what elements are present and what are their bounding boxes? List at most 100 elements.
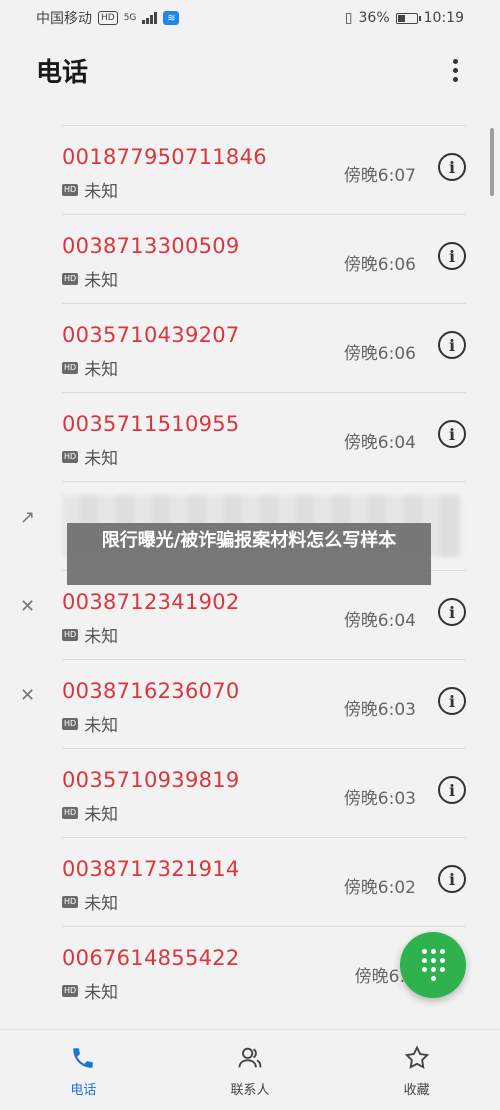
divider [62, 214, 466, 215]
info-icon[interactable]: i [438, 776, 466, 804]
call-time: 傍晚6:02 [343, 878, 416, 898]
more-options-icon[interactable] [447, 55, 464, 86]
missed-call-icon: ✕ [20, 596, 36, 617]
call-row[interactable]: 0035710439207 HD 未知 傍晚6:06 i [0, 303, 500, 392]
divider [62, 659, 466, 660]
hd-call-icon: HD [62, 806, 79, 819]
page-title: 电话 [36, 58, 89, 88]
call-number: 0035710439207 [62, 323, 240, 347]
tab-calls-label: 电话 [70, 1082, 97, 1098]
call-meta: HD 未知 [62, 622, 118, 647]
status-bar: 中国移动 HD 5G ≋ ▯ 36% 10:19 [0, 0, 500, 36]
divider [62, 303, 466, 304]
hd-call-icon: HD [62, 984, 79, 997]
call-time: 傍晚6:06 [343, 255, 416, 275]
divider [62, 481, 466, 482]
call-label: 未知 [84, 182, 119, 202]
tab-calls[interactable]: 电话 [23, 1043, 143, 1098]
outgoing-call-icon: ↗ [20, 507, 36, 528]
status-right: ▯ 36% 10:19 [345, 10, 464, 26]
hd-call-icon: HD [62, 183, 79, 196]
call-meta: HD 未知 [62, 889, 118, 914]
hd-call-icon: HD [62, 272, 79, 285]
info-icon[interactable]: i [438, 687, 466, 715]
call-meta: HD 未知 [62, 711, 118, 736]
overlay-banner: 限行曝光/被诈骗报案材料怎么写样本 [67, 523, 431, 585]
clock: 10:19 [423, 10, 464, 26]
network-type: 5G [123, 13, 137, 23]
call-meta: HD 未知 [62, 978, 118, 1003]
divider [62, 837, 466, 838]
missed-call-icon: ✕ [20, 685, 36, 706]
call-row[interactable]: ✕ 0038716236070 HD 未知 傍晚6:03 i [0, 659, 500, 748]
divider [62, 392, 466, 393]
vibrate-icon: ▯ [344, 10, 353, 26]
info-icon[interactable]: i [438, 242, 466, 270]
call-meta: HD 未知 [62, 444, 118, 469]
call-number: 0067614855422 [62, 946, 240, 970]
tab-contacts[interactable]: 联系人 [190, 1043, 310, 1098]
dialpad-button[interactable] [400, 932, 466, 998]
divider [62, 125, 466, 126]
call-number: 0035711510955 [62, 412, 240, 436]
wifi-icon: ≋ [163, 11, 180, 25]
call-row[interactable]: 0038713300509 HD 未知 傍晚6:06 i [0, 214, 500, 303]
tab-contacts-label: 联系人 [230, 1082, 270, 1098]
call-number: 0038716236070 [62, 679, 240, 703]
call-row[interactable]: 0038717321914 HD 未知 傍晚6:02 i [0, 837, 500, 926]
call-number: 0035710939819 [62, 768, 240, 792]
call-meta: HD 未知 [62, 355, 118, 380]
call-time: 傍晚6:07 [343, 166, 416, 186]
call-row[interactable]: 001877950711846 HD 未知 傍晚6:07 i [0, 125, 500, 214]
hd-call-icon: HD [62, 450, 79, 463]
call-row[interactable]: 0035711510955 HD 未知 傍晚6:04 i [0, 392, 500, 481]
info-icon[interactable]: i [438, 865, 466, 893]
call-label: 未知 [84, 271, 119, 291]
info-icon[interactable]: i [438, 598, 466, 626]
call-label: 未知 [84, 360, 119, 380]
call-meta: HD 未知 [62, 266, 118, 291]
info-icon[interactable]: i [438, 420, 466, 448]
battery-fill [397, 14, 405, 22]
contacts-icon [235, 1043, 265, 1073]
call-label: 未知 [84, 983, 119, 1003]
call-label: 未知 [84, 627, 119, 647]
info-icon[interactable]: i [438, 153, 466, 181]
call-meta: HD 未知 [62, 177, 118, 202]
scrollbar[interactable] [490, 128, 494, 196]
hd-call-icon: HD [62, 895, 79, 908]
tab-favorites-label: 收藏 [403, 1082, 430, 1098]
phone-icon [68, 1043, 98, 1073]
call-meta: HD 未知 [62, 800, 118, 825]
call-number: 0038717321914 [62, 857, 240, 881]
header: 电话 [36, 52, 464, 89]
call-number: 0038712341902 [62, 590, 240, 614]
call-label: 未知 [84, 894, 119, 914]
call-row[interactable]: 0035710939819 HD 未知 傍晚6:03 i [0, 748, 500, 837]
call-label: 未知 [84, 449, 119, 469]
call-time: 傍晚6:04 [343, 611, 416, 631]
call-label: 未知 [84, 805, 119, 825]
signal-icon [142, 12, 158, 24]
call-number: 001877950711846 [62, 145, 267, 169]
status-left: 中国移动 HD 5G ≋ [36, 8, 180, 28]
tab-favorites[interactable]: 收藏 [357, 1043, 477, 1098]
call-time: 傍晚6:03 [343, 789, 416, 809]
battery-icon [395, 12, 421, 24]
info-icon[interactable]: i [438, 331, 466, 359]
call-time: 傍晚6:04 [343, 433, 416, 453]
divider [62, 748, 466, 749]
divider [62, 926, 466, 927]
call-label: 未知 [84, 716, 119, 736]
call-time: 傍晚6:06 [343, 344, 416, 364]
hd-badge: HD [98, 11, 118, 25]
hd-call-icon: HD [62, 717, 79, 730]
carrier-name: 中国移动 [36, 11, 92, 27]
hd-call-icon: HD [62, 628, 79, 641]
hd-call-icon: HD [62, 361, 79, 374]
battery-percent: 36% [358, 10, 390, 26]
bottom-nav: 电话 联系人 收藏 [0, 1029, 500, 1110]
call-time: 傍晚6:03 [343, 700, 416, 720]
star-icon [402, 1043, 432, 1073]
call-number: 0038713300509 [62, 234, 240, 258]
